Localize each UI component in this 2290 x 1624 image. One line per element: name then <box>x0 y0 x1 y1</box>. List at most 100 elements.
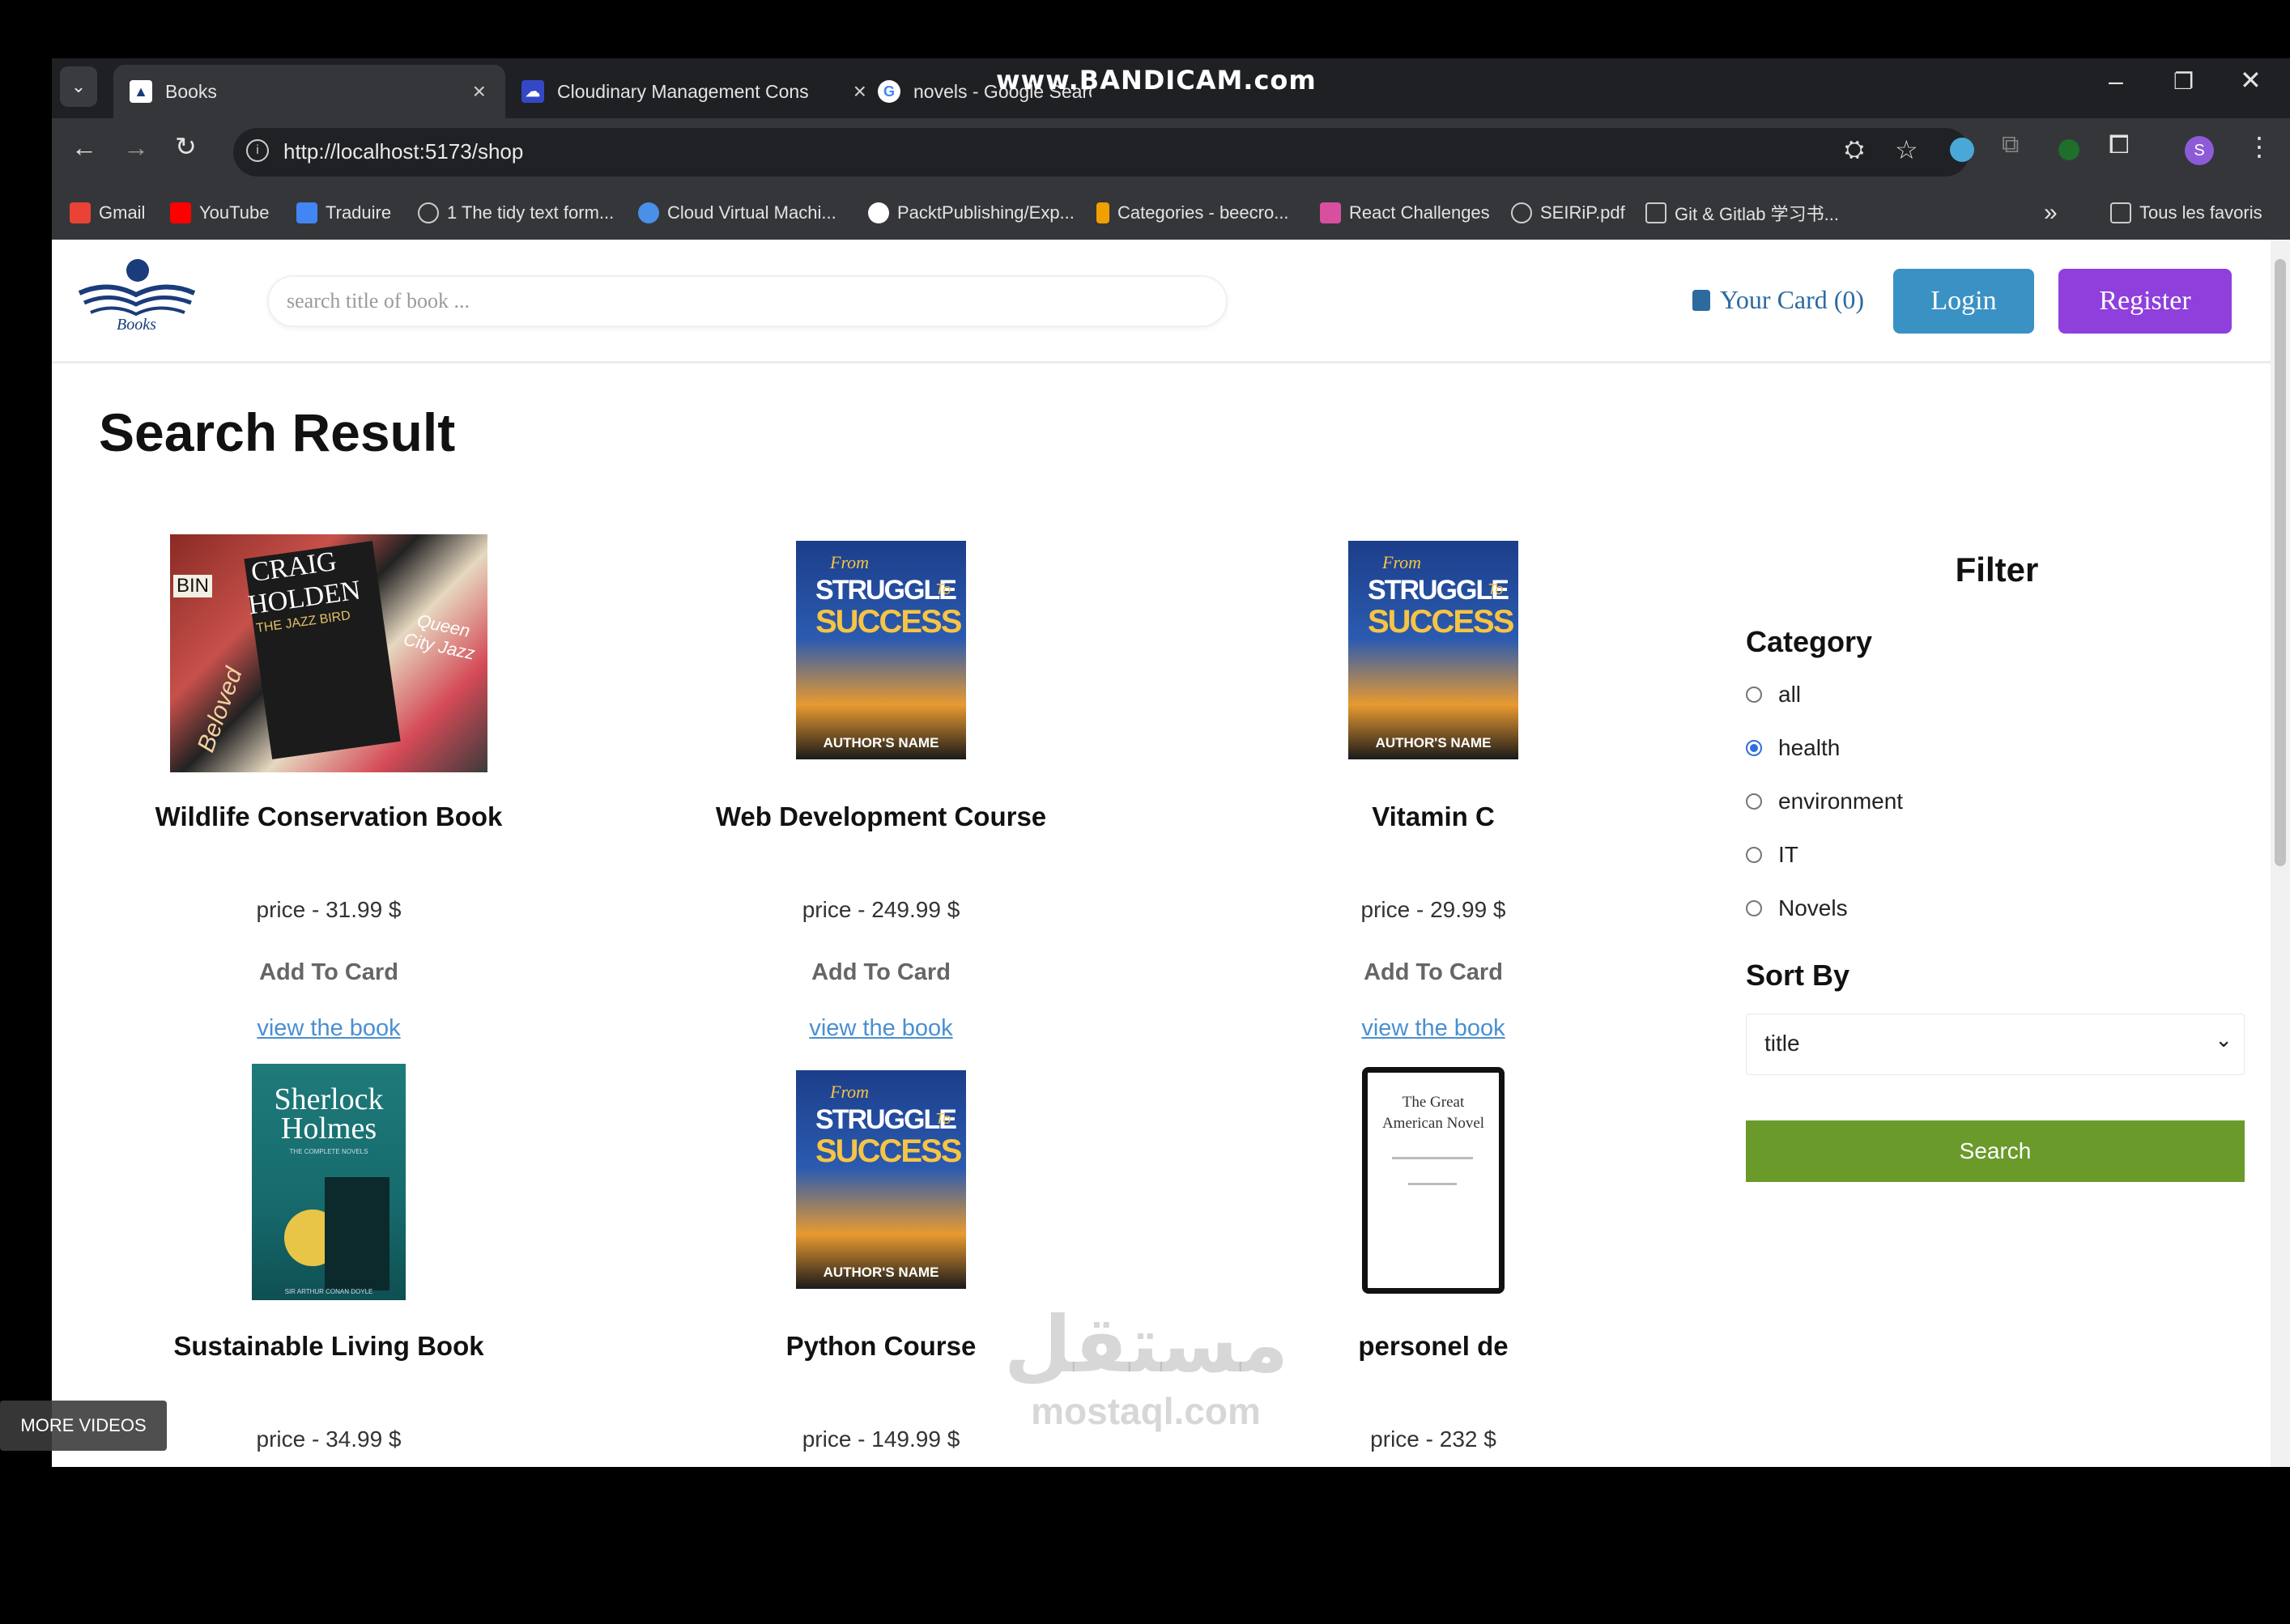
category-option-health[interactable]: health <box>1746 735 1840 761</box>
bookmark-packt[interactable]: PacktPublishing/Exp... <box>868 186 1075 240</box>
site-logo[interactable]: Books <box>73 257 202 338</box>
translate-icon <box>296 202 317 223</box>
address-bar[interactable]: i http://localhost:5173/shop ⛭ ☆ <box>233 128 1969 176</box>
search-button[interactable]: Search <box>1746 1120 2245 1182</box>
search-input[interactable] <box>267 275 1228 327</box>
github-icon <box>868 202 889 223</box>
profile-avatar[interactable]: S <box>2185 136 2214 165</box>
minimize-window-icon[interactable]: – <box>2109 66 2123 96</box>
radio-button[interactable] <box>1746 793 1762 810</box>
bookmark-react-challenges[interactable]: React Challenges <box>1320 186 1490 240</box>
bookmark-git-gitlab[interactable]: Git & Gitlab 学习书... <box>1645 186 1839 240</box>
chevron-down-icon: ⌄ <box>2215 1027 2233 1052</box>
product-price: price - 249.99 $ <box>802 897 960 922</box>
folder-icon <box>2110 202 2131 223</box>
product-title: Vitamin C <box>1372 801 1495 831</box>
all-bookmarks-folder[interactable]: Tous les favoris <box>2110 186 2262 240</box>
page-scrollbar[interactable] <box>2271 240 2290 1467</box>
radio-button[interactable] <box>1746 900 1762 916</box>
product-card: From STRUGGLE To SUCCESS AUTHOR'S NAME V… <box>1190 534 1676 1044</box>
book-cover-collage[interactable]: CRAIG HOLDEN THE JAZZ BIRD Queen City Ja… <box>170 534 487 772</box>
add-to-cart-button[interactable]: Add To Card <box>1359 959 1508 987</box>
extensions-puzzle-icon[interactable]: ⧠ <box>2109 130 2130 160</box>
add-to-cart-button[interactable]: Add To Card <box>254 959 403 987</box>
translate-icon[interactable]: ⛭ <box>1845 136 1864 164</box>
book-logo-icon <box>78 259 196 317</box>
cloud-icon <box>638 202 659 223</box>
view-book-link[interactable]: view the book <box>86 1015 572 1042</box>
url-text: http://localhost:5173/shop <box>283 139 524 164</box>
forward-arrow-icon[interactable]: → <box>123 133 149 163</box>
filter-title: Filter <box>1955 551 2039 589</box>
google-favicon-icon: G <box>878 80 900 103</box>
mostaql-watermark: مستقل mostaql.com <box>1004 1299 1289 1432</box>
sort-heading: Sort By <box>1746 959 1850 992</box>
book-cover-struggle[interactable]: From STRUGGLE To SUCCESS AUTHOR'S NAME <box>796 541 966 759</box>
back-arrow-icon[interactable]: ← <box>71 133 97 163</box>
restore-window-icon[interactable]: ❐ <box>2173 68 2194 95</box>
product-price: price - 29.99 $ <box>1360 897 1506 922</box>
product-title: Sustainable Living Book <box>173 1331 484 1361</box>
tab-label: Cloudinary Management Conso <box>557 80 808 102</box>
radio-button[interactable] <box>1746 687 1762 703</box>
tab-cloudinary[interactable]: ☁ Cloudinary Management Conso × <box>521 65 866 118</box>
radio-button[interactable] <box>1746 740 1762 756</box>
filter-panel: Filter Category all health environment I… <box>1746 523 2248 1624</box>
product-card: From STRUGGLE To SUCCESS AUTHOR'S NAME W… <box>638 534 1124 1044</box>
react-challenges-icon <box>1320 202 1341 223</box>
category-option-environment[interactable]: environment <box>1746 789 1903 814</box>
close-tab-icon[interactable]: × <box>853 79 866 104</box>
extension-green-icon[interactable] <box>2058 139 2079 160</box>
book-cover-struggle[interactable]: From STRUGGLE To SUCCESS AUTHOR'S NAME <box>1348 541 1518 759</box>
radio-button[interactable] <box>1746 847 1762 863</box>
book-cover-novel[interactable]: The Great American Novel <box>1362 1067 1505 1294</box>
scrollbar-thumb[interactable] <box>2275 259 2286 866</box>
register-button[interactable]: Register <box>2058 269 2232 334</box>
reload-icon[interactable]: ↻ <box>175 131 197 162</box>
product-card: CRAIG HOLDEN THE JAZZ BIRD Queen City Ja… <box>86 534 572 1044</box>
cloudinary-favicon-icon: ☁ <box>521 80 544 103</box>
tab-search-button[interactable]: ⌄ <box>60 66 97 107</box>
product-price: price - 31.99 $ <box>256 897 402 922</box>
bookmark-youtube[interactable]: YouTube <box>170 186 269 240</box>
product-title: Web Development Course <box>715 801 1047 831</box>
bookmark-categories[interactable]: Categories - beecro... <box>1096 186 1289 240</box>
bookmark-gmail[interactable]: Gmail <box>70 186 145 240</box>
globe-icon <box>418 202 439 223</box>
login-button[interactable]: Login <box>1893 269 2034 334</box>
bookmark-star-icon[interactable]: ☆ <box>1895 134 1918 165</box>
view-book-link[interactable]: view the book <box>638 1015 1124 1042</box>
doc-icon <box>1645 202 1666 223</box>
close-window-icon[interactable]: ✕ <box>2240 65 2262 96</box>
add-to-cart-button[interactable]: Add To Card <box>807 959 956 987</box>
bookmark-seirip[interactable]: SEIRiP.pdf <box>1511 186 1625 240</box>
sort-select[interactable]: title ⌄ <box>1746 1014 2245 1075</box>
book-cover-sherlock[interactable]: Sherlock Holmes THE COMPLETE NOVELS SIR … <box>252 1064 406 1300</box>
gmail-icon <box>70 202 91 223</box>
bookmark-traduire[interactable]: Traduire <box>296 186 391 240</box>
bookmarks-overflow-icon[interactable]: » <box>2044 186 2058 240</box>
browser-menu-icon[interactable]: ⋮ <box>2246 131 2272 162</box>
book-cover-struggle[interactable]: From STRUGGLE To SUCCESS AUTHOR'S NAME <box>796 1070 966 1289</box>
tab-books[interactable]: ▲ Books × <box>113 65 505 118</box>
youtube-icon <box>170 202 191 223</box>
bookmarks-bar: Gmail YouTube Traduire 1 The tidy text f… <box>52 186 2290 240</box>
view-book-link[interactable]: view the book <box>1190 1015 1676 1042</box>
category-heading: Category <box>1746 625 1873 658</box>
category-option-all[interactable]: all <box>1746 682 1801 708</box>
close-tab-icon[interactable]: × <box>473 79 486 104</box>
bee-icon <box>1096 202 1109 223</box>
recording-watermark: www.BANDICAM.com <box>996 65 1317 96</box>
page-title: Search Result <box>99 402 456 462</box>
site-info-icon[interactable]: i <box>246 139 269 162</box>
globe-icon <box>1511 202 1532 223</box>
bookmark-cloud-vm[interactable]: Cloud Virtual Machi... <box>638 186 836 240</box>
more-videos-button[interactable]: MORE VIDEOS <box>0 1401 167 1451</box>
cart-link[interactable]: Your Card (0) <box>1692 285 1864 315</box>
category-option-novels[interactable]: Novels <box>1746 895 1848 921</box>
shopping-bag-icon <box>1692 289 1710 311</box>
extension-copy-icon[interactable]: ⧉ <box>2002 131 2019 159</box>
extension-vpn-icon[interactable] <box>1950 138 1974 162</box>
category-option-it[interactable]: IT <box>1746 842 1798 868</box>
bookmark-tidy-text[interactable]: 1 The tidy text form... <box>418 186 614 240</box>
